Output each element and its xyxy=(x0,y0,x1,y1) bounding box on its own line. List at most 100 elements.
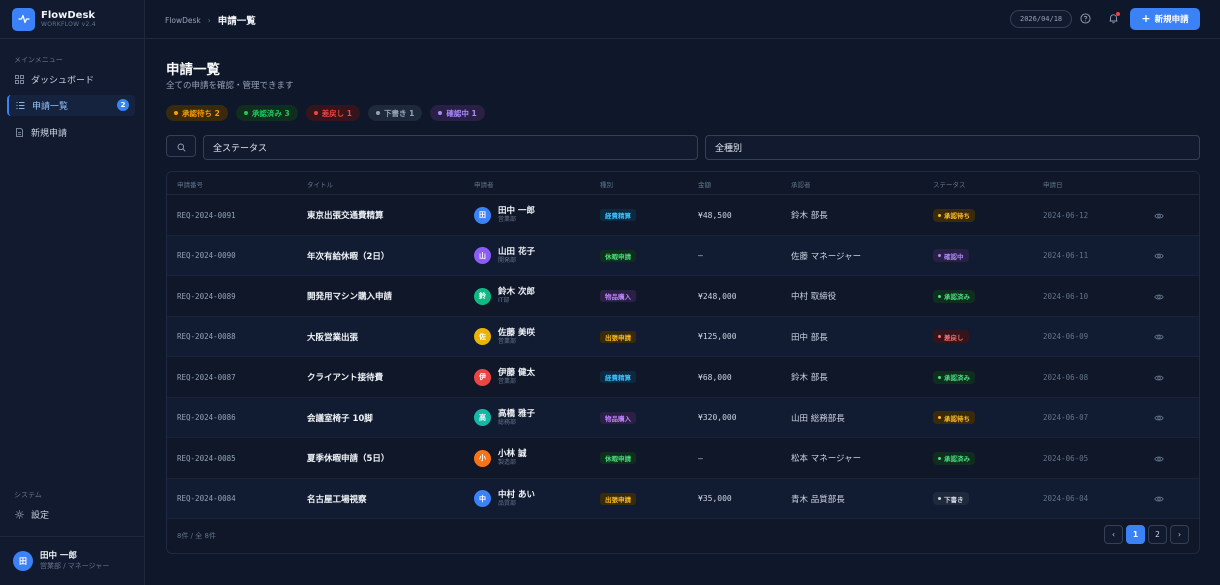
request-status: 承認済み xyxy=(933,357,975,397)
avatar: 山 xyxy=(474,247,491,264)
status-chip-label: 承認待ち 2 xyxy=(182,108,220,118)
table-row[interactable]: REQ-2024-0089 開発用マシン購入申請 鈴鈴木 次郎 IT部 物品購入 ¥248… xyxy=(167,276,1199,317)
sidebar-item-requests[interactable]: 申請一覧 2 xyxy=(7,95,135,116)
status-chip[interactable]: 下書き 1 xyxy=(368,105,423,121)
status-badge: 下書き xyxy=(933,492,969,505)
column-header-approver[interactable]: 承認者 xyxy=(791,179,811,189)
request-type: 物品購入 xyxy=(600,276,636,316)
table-row[interactable]: REQ-2024-0086 会議室椅子 10脚 高高橋 雅子 総務部 物品購入 ¥320,… xyxy=(167,397,1199,438)
sidebar-item-dashboard[interactable]: ダッシュボード xyxy=(7,69,135,90)
page-subtitle: 全ての申請を確認・管理できます xyxy=(166,81,294,91)
view-button[interactable] xyxy=(1154,236,1164,276)
request-amount: ¥320,000 xyxy=(698,413,737,422)
sidebar-item-settings[interactable]: 設定 xyxy=(7,504,135,525)
status-chip[interactable]: 差戻し 1 xyxy=(305,105,361,121)
page-button[interactable]: 1 xyxy=(1126,525,1145,544)
app-version: WORKFLOW v2.4 xyxy=(41,20,96,28)
column-header-date[interactable]: 申請日 xyxy=(1043,179,1063,189)
status-filter-value: 全ステータス xyxy=(213,144,268,154)
request-title[interactable]: 夏季休暇申請（5日） xyxy=(307,438,389,478)
status-dot-icon xyxy=(376,111,381,115)
table-row[interactable]: REQ-2024-0085 夏季休暇申請（5日） 小小林 誠製造部 休暇申請 — 松本 マ… xyxy=(167,438,1199,479)
request-status: 下書き xyxy=(933,479,969,519)
column-header-title[interactable]: タイトル xyxy=(307,179,333,189)
column-header-applicant[interactable]: 申請者 xyxy=(474,179,494,189)
status-label: 承認済み xyxy=(944,455,970,463)
status-dot-icon xyxy=(243,111,248,115)
request-date: 2024-06-08 xyxy=(1043,372,1089,382)
view-button[interactable] xyxy=(1154,195,1164,235)
table-row[interactable]: REQ-2024-0088 大阪営業出張 佐佐藤 美咲 営業部 出張申請 ¥125,000… xyxy=(167,316,1199,357)
request-title[interactable]: 名古屋工場視察 xyxy=(307,479,367,519)
search-button[interactable] xyxy=(166,135,196,157)
user-profile[interactable]: 田 田中 一郎 営業部 / マネージャー xyxy=(0,536,145,585)
bell-icon[interactable] xyxy=(1108,12,1120,24)
status-label: 下書き xyxy=(944,495,964,504)
app-name: FlowDesk xyxy=(41,9,96,21)
request-status: 承認待ち xyxy=(933,398,975,438)
avatar: 伊 xyxy=(474,368,491,386)
applicant-name: 小林 誠 xyxy=(498,449,527,459)
applicant: 佐佐藤 美咲 営業部 xyxy=(474,317,535,357)
status-chip-label: 下書き 1 xyxy=(384,108,415,118)
eye-icon xyxy=(1154,489,1164,508)
table-row[interactable]: REQ-2024-0084 名古屋工場視察 中中村 あい 品質部 出張申請 ¥35,000… xyxy=(167,478,1199,519)
table-row[interactable]: REQ-2024-0091 東京出張交通費精算 田田中 一郎 営業部 経費精算 ¥48,5… xyxy=(167,195,1199,236)
status-chip[interactable]: 確認中 1 xyxy=(430,105,485,121)
request-title[interactable]: 開発用マシン購入申請 xyxy=(307,276,392,316)
status-chip[interactable]: 承認待ち 2 xyxy=(166,105,228,121)
column-header-type[interactable]: 種別 xyxy=(600,179,613,189)
page-button[interactable]: 2 xyxy=(1148,525,1167,544)
status-summary: 承認待ち 2 承認済み 3 差戻し 1 下書き 1 確認中 1 xyxy=(166,105,485,121)
status-label: 承認待ち xyxy=(944,212,970,220)
breadcrumb: FlowDesk › 申請一覧 xyxy=(165,13,256,28)
new-request-button[interactable]: + 新規申請 xyxy=(1130,8,1200,30)
approver: 佐藤 マネージャー xyxy=(791,251,862,262)
request-title[interactable]: 年次有給休暇（2日） xyxy=(307,236,389,276)
type-badge: 経費精算 xyxy=(600,209,636,221)
table-header: 申請番号 タイトル 申請者 種別 金額 承認者 ステータス 申請日 xyxy=(167,172,1199,195)
column-header-id[interactable]: 申請番号 xyxy=(177,179,203,189)
eye-icon xyxy=(1154,287,1164,306)
request-title[interactable]: 会議室椅子 10脚 xyxy=(307,398,373,438)
applicant-dept: 営業部 xyxy=(498,216,517,223)
help-icon[interactable] xyxy=(1080,13,1091,24)
applicant-name: 佐藤 美咲 xyxy=(498,327,535,338)
status-label: 承認待ち xyxy=(944,414,970,423)
request-type: 休暇申請 xyxy=(600,236,636,276)
avatar: 佐 xyxy=(474,328,491,345)
request-title[interactable]: 東京出張交通費精算 xyxy=(307,195,384,235)
status-badge: 承認済み xyxy=(933,451,975,465)
view-button[interactable] xyxy=(1154,398,1164,438)
status-filter-select[interactable]: 全ステータス xyxy=(203,135,698,160)
type-filter-select[interactable]: 全種別 xyxy=(705,135,1200,160)
next-page-button[interactable]: › xyxy=(1170,525,1189,544)
prev-page-button[interactable]: ‹ xyxy=(1104,525,1123,544)
table-row[interactable]: REQ-2024-0090 年次有給休暇（2日） 山山田 花子 開発部 休暇申請 — 佐藤 … xyxy=(167,235,1199,276)
sidebar-item-label: 設定 xyxy=(31,511,50,521)
plus-icon: + xyxy=(1141,12,1151,25)
view-button[interactable] xyxy=(1154,357,1164,397)
table-row[interactable]: REQ-2024-0087 クライアント接待費 伊伊藤 健太 営業部 経費精算 ¥68,0… xyxy=(167,357,1199,398)
applicant: 田田中 一郎 営業部 xyxy=(474,195,535,235)
status-badge: 確認中 xyxy=(933,249,969,262)
eye-icon xyxy=(1154,449,1164,468)
request-title[interactable]: クライアント接待費 xyxy=(307,357,383,397)
request-title[interactable]: 大阪営業出張 xyxy=(307,317,358,357)
status-chip[interactable]: 承認済み 3 xyxy=(235,105,298,121)
view-button[interactable] xyxy=(1154,479,1164,519)
approver: 鈴木 部長 xyxy=(791,211,828,221)
approver: 鈴木 部長 xyxy=(791,373,828,383)
view-button[interactable] xyxy=(1154,317,1164,357)
sidebar-item-new-request[interactable]: 新規申請 xyxy=(7,122,135,143)
type-badge: 出張申請 xyxy=(600,330,636,343)
view-button[interactable] xyxy=(1154,438,1164,478)
status-dot-icon xyxy=(313,111,318,115)
column-header-amount[interactable]: 金額 xyxy=(698,179,711,189)
breadcrumb-root[interactable]: FlowDesk xyxy=(165,16,201,25)
column-header-status[interactable]: ステータス xyxy=(933,179,966,189)
view-button[interactable] xyxy=(1154,276,1164,316)
request-date: 2024-06-09 xyxy=(1043,332,1089,341)
brand[interactable]: FlowDesk WORKFLOW v2.4 xyxy=(0,0,144,39)
status-chip-label: 承認済み 3 xyxy=(251,108,290,118)
